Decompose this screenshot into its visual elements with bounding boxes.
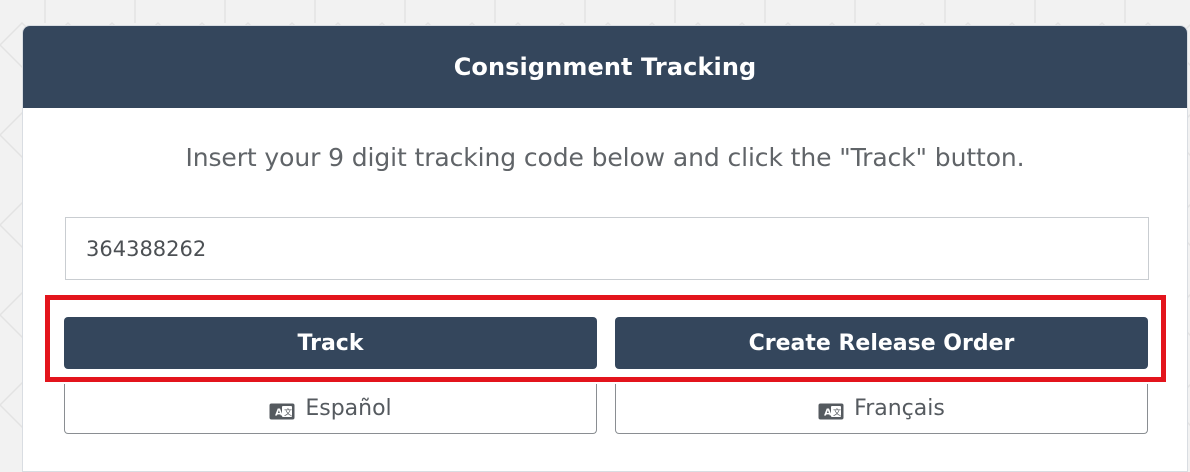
track-button-label: Track <box>297 330 364 356</box>
language-label-francais: Français <box>854 396 945 421</box>
tracking-panel: Consignment Tracking Insert your 9 digit… <box>22 25 1188 472</box>
create-release-order-button[interactable]: Create Release Order <box>615 317 1148 369</box>
language-icon: A 文 <box>269 401 295 420</box>
instruction-text: Insert your 9 digit tracking code below … <box>185 143 1025 172</box>
create-release-order-button-label: Create Release Order <box>748 330 1015 356</box>
svg-text:文: 文 <box>833 407 841 417</box>
svg-text:文: 文 <box>284 407 292 417</box>
language-button-francais[interactable]: A 文 Français <box>615 384 1148 434</box>
panel-title: Consignment Tracking <box>453 53 757 81</box>
track-button[interactable]: Track <box>64 317 597 369</box>
svg-text:A: A <box>824 408 832 419</box>
svg-text:A: A <box>275 408 283 419</box>
panel-header: Consignment Tracking <box>23 26 1187 108</box>
tracking-code-input[interactable] <box>65 217 1149 280</box>
language-label-espanol: Español <box>305 396 392 421</box>
language-icon: A 文 <box>818 401 844 420</box>
language-button-espanol[interactable]: A 文 Español <box>64 384 597 434</box>
